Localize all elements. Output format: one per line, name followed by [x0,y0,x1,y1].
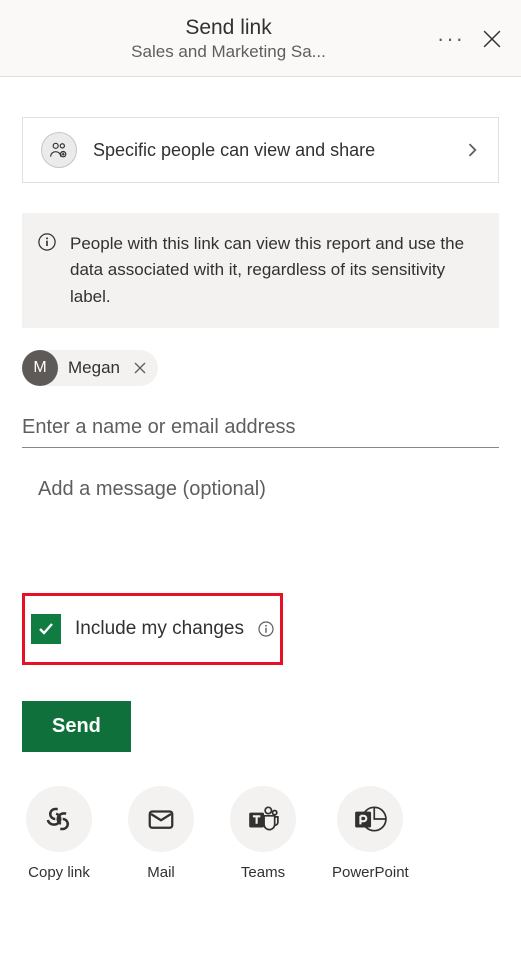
avatar: M [22,350,58,386]
teams-button[interactable]: Teams [230,786,296,881]
teams-icon [230,786,296,852]
info-icon [38,231,56,310]
teams-label: Teams [241,864,285,881]
powerpoint-label: PowerPoint [332,864,409,881]
powerpoint-button[interactable]: PowerPoint [332,786,409,881]
powerpoint-icon [337,786,403,852]
mail-icon [128,786,194,852]
copy-link-label: Copy link [28,864,90,881]
include-changes-label: Include my changes [75,618,244,640]
recipient-name: Megan [68,358,120,378]
mail-label: Mail [147,864,175,881]
copy-link-button[interactable]: Copy link [26,786,92,881]
dialog-header: Send link Sales and Marketing Sa... ··· [0,0,521,77]
chevron-right-icon [466,143,480,157]
recipients-row: M Megan [22,350,499,386]
people-icon [41,132,77,168]
header-titles: Send link Sales and Marketing Sa... [20,16,437,62]
name-email-input[interactable] [22,406,499,448]
include-changes-checkbox[interactable] [31,614,61,644]
dialog-title: Send link [20,16,437,40]
info-small-icon[interactable] [258,621,274,637]
dialog-subtitle: Sales and Marketing Sa... [20,42,437,62]
permission-settings-button[interactable]: Specific people can view and share [22,117,499,183]
permission-label: Specific people can view and share [93,140,466,161]
include-changes-row: Include my changes [22,593,283,665]
send-button[interactable]: Send [22,701,131,752]
info-banner: People with this link can view this repo… [22,213,499,328]
share-options-row: Copy link Mail [22,786,499,911]
header-actions: ··· [437,26,501,52]
remove-recipient-icon[interactable] [134,362,146,374]
more-icon[interactable]: ··· [437,26,465,52]
mail-button[interactable]: Mail [128,786,194,881]
close-icon[interactable] [483,30,501,48]
message-input[interactable] [22,448,499,568]
link-icon [26,786,92,852]
recipient-chip[interactable]: M Megan [22,350,158,386]
info-text: People with this link can view this repo… [70,231,481,310]
